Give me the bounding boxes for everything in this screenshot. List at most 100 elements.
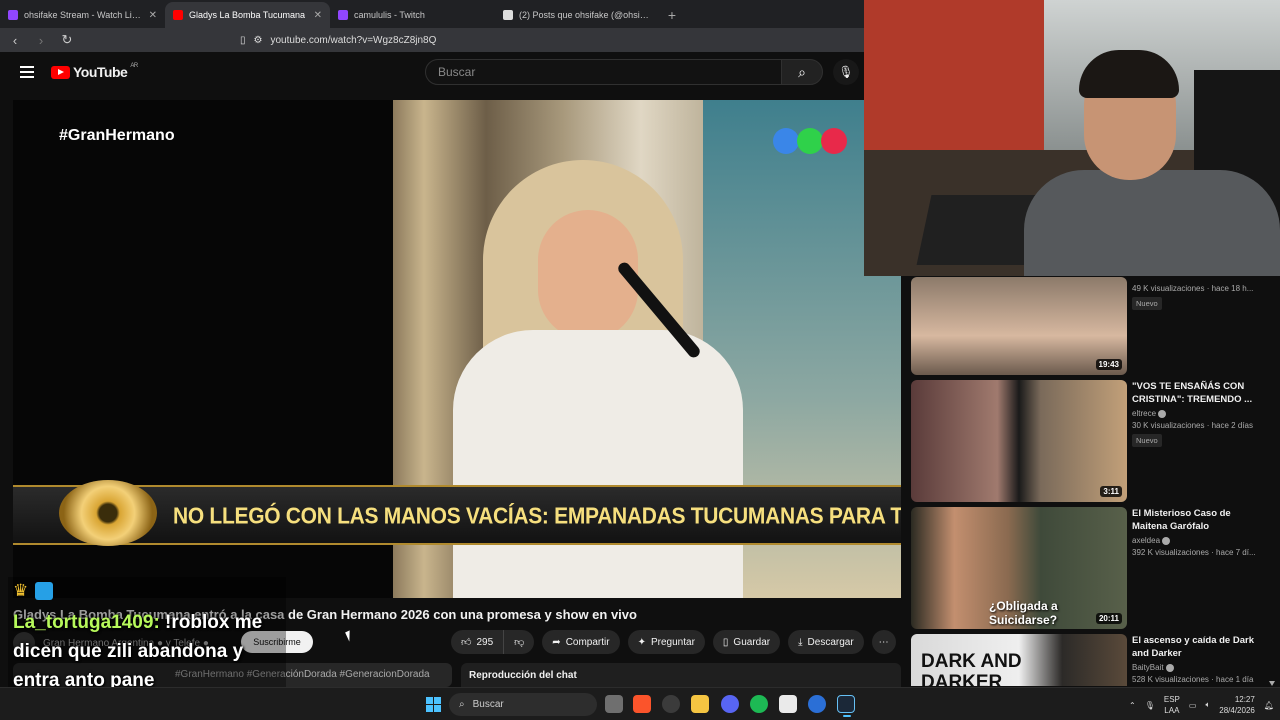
screen: ohsifake Stream - Watch Live on ✕ Gladys…	[0, 0, 1280, 720]
task-view-icon[interactable]	[605, 695, 623, 713]
recommendation-thumbnail[interactable]: ¿Obligada a Suicidarse? 20:11	[911, 507, 1127, 629]
recommendation-channel: BaityBait	[1132, 663, 1268, 672]
share-button[interactable]: ➦ Compartir	[542, 630, 620, 654]
sparkle-icon: ✦	[637, 636, 646, 648]
recommendation-item[interactable]: ¿Obligada a Suicidarse? 20:11 El Misteri…	[911, 507, 1271, 629]
network-icon[interactable]: ▭	[1189, 701, 1197, 710]
chat-badges: ♛	[13, 582, 53, 600]
show-hidden-icons-icon[interactable]: ⌃	[1129, 701, 1136, 710]
ask-button[interactable]: ✦ Preguntar	[627, 630, 705, 654]
url-field[interactable]: ▯ ⚙ youtube.com/watch?v=Wgz8cZ8jn8Q	[86, 31, 856, 49]
search-button[interactable]: ⌕	[781, 59, 823, 85]
logo-dot-green	[797, 128, 823, 154]
close-tab-icon[interactable]: ✕	[314, 10, 322, 21]
streamer-webcam	[864, 0, 1280, 276]
tab-title: Gladys La Bomba Tucumana	[189, 10, 306, 20]
microphone-icon[interactable]: 🎙	[1145, 701, 1155, 710]
taskbar-search[interactable]: ⌕ Buscar	[449, 693, 597, 716]
download-button[interactable]: ⤓ Descargar	[788, 630, 864, 654]
recommendation-thumbnail[interactable]: 19:43	[911, 277, 1127, 375]
microphone-icon: 🎙	[838, 65, 854, 79]
back-arrow-icon[interactable]: ‹	[8, 33, 22, 48]
sidebar-scrollbar[interactable]	[1268, 276, 1276, 686]
recommendation-info: 49 K visualizaciones · hace 18 h... Nuev…	[1132, 277, 1268, 311]
youtube-header: YouTube AR Buscar ⌕ 🎙	[0, 52, 864, 92]
chat-replay-panel[interactable]: Reproducción del chat	[461, 663, 901, 687]
spotify-icon[interactable]	[750, 695, 768, 713]
brave-browser-icon[interactable]	[633, 695, 651, 713]
language-code: ESP	[1163, 695, 1180, 704]
chat-username: La_tortuga1409:	[13, 612, 160, 633]
bookmark-icon[interactable]: ▯	[240, 35, 246, 46]
voice-search-button[interactable]: 🎙	[833, 59, 859, 85]
site-settings-icon[interactable]: ⚙	[254, 35, 263, 46]
chrome-icon[interactable]	[662, 695, 680, 713]
recommendation-title: El Misterioso Caso de Maitena Garófalo	[1132, 508, 1231, 532]
share-icon: ➦	[552, 636, 561, 648]
dislike-button[interactable]: 👎︎	[504, 630, 535, 654]
youtube-play-icon	[51, 65, 70, 79]
browser-tab-twitch-ohsifake[interactable]: ohsifake Stream - Watch Live on ✕	[0, 2, 165, 28]
capcut-icon[interactable]	[779, 695, 797, 713]
browser-tab-twitch-camululis[interactable]: camululis - Twitch	[330, 2, 495, 28]
video-player[interactable]: #GranHermano NO LLEGÓ CON LAS MANOS VACÍ…	[13, 100, 901, 598]
tab-title: (2) Posts que ohsifake (@ohsiFacu) h	[519, 10, 652, 20]
keyboard-language[interactable]: ESP LAA	[1164, 694, 1180, 716]
steam-icon[interactable]	[837, 695, 855, 717]
tab-title: camululis - Twitch	[354, 10, 425, 20]
hamburger-menu-icon[interactable]	[20, 66, 34, 78]
browser-tab-x[interactable]: (2) Posts que ohsifake (@ohsiFacu) h	[495, 2, 660, 28]
recommendation-meta: 392 K visualizaciones · hace 7 dí...	[1132, 548, 1256, 557]
youtube-logo[interactable]: YouTube AR	[51, 63, 138, 80]
reload-icon[interactable]: ↻	[60, 32, 74, 48]
scroll-down-arrow-icon[interactable]	[1269, 681, 1275, 686]
save-button[interactable]: ▯ Guardar	[712, 630, 781, 654]
ask-label: Preguntar	[650, 636, 695, 648]
new-badge: Nuevo	[1132, 434, 1162, 447]
thumbs-up-icon: 👍︎	[461, 637, 472, 648]
recommendation-thumbnail[interactable]: DARK AND DARKER	[911, 634, 1127, 686]
verified-icon	[1165, 663, 1174, 672]
browser-tab-youtube[interactable]: Gladys La Bomba Tucumana ✕	[165, 2, 330, 28]
recommendation-thumbnail[interactable]: 3:11	[911, 380, 1127, 502]
download-icon: ⤓	[798, 636, 803, 648]
recommendation-title: "VOS TE ENSAÑÁS CON CRISTINA": TREMENDO …	[1132, 381, 1253, 405]
stream-chat-message: La_tortuga1409: !roblox me dicen que zil…	[13, 608, 288, 695]
recommendation-item[interactable]: 3:11 "VOS TE ENSAÑÁS CON CRISTINA": TREM…	[911, 380, 1271, 502]
save-label: Guardar	[733, 636, 771, 648]
like-button[interactable]: 👍︎ 295	[451, 630, 505, 654]
recommendation-item[interactable]: 19:43 49 K visualizaciones · hace 18 h..…	[911, 277, 1271, 375]
recommendation-channel: axeldea	[1132, 536, 1268, 545]
search-input[interactable]: Buscar	[425, 59, 782, 85]
youtube-logo-text: YouTube	[73, 64, 128, 80]
new-tab-button[interactable]: +	[660, 2, 684, 28]
recommendation-info: El Misterioso Caso de Maitena Garófalo a…	[1132, 507, 1268, 557]
cube-badge-icon	[35, 582, 53, 600]
more-actions-button[interactable]: ⋯	[871, 630, 896, 654]
download-label: Descargar	[807, 636, 854, 648]
recommendation-item[interactable]: DARK AND DARKER El ascenso y caída de Da…	[911, 634, 1271, 686]
ccleaner-icon[interactable]	[808, 695, 826, 713]
webcam-mousepad	[916, 195, 1042, 265]
clock-date: 28/4/2026	[1219, 706, 1255, 715]
close-tab-icon[interactable]: ✕	[149, 10, 157, 21]
taskbar-search-label: Buscar	[472, 699, 504, 710]
notifications-icon[interactable]: 🔔︎	[1264, 701, 1274, 710]
discord-icon[interactable]	[721, 695, 739, 713]
forward-arrow-icon[interactable]: ›	[34, 33, 48, 48]
windows-start-icon[interactable]	[426, 697, 441, 712]
search-icon: ⌕	[798, 63, 806, 80]
file-explorer-icon[interactable]	[691, 695, 709, 713]
chat-replay-label: Reproducción del chat	[469, 670, 577, 681]
search-icon: ⌕	[459, 699, 465, 710]
volume-icon[interactable]: 🔈︎	[1205, 700, 1210, 710]
system-tray: ⌃ 🎙 ESP LAA ▭ 🔈︎ 12:27 28/4/2026 🔔︎	[1129, 693, 1274, 717]
share-label: Compartir	[565, 636, 610, 648]
region-code: AR	[130, 63, 138, 69]
video-duration: 19:43	[1095, 359, 1122, 370]
video-actions: 👍︎ 295 👎︎ ➦ Compartir ✦ Preguntar ▯ Guar…	[451, 630, 896, 654]
new-badge: Nuevo	[1132, 297, 1162, 310]
taskbar-clock[interactable]: 12:27 28/4/2026	[1219, 694, 1255, 716]
webcam-person-shirt	[1024, 170, 1280, 276]
channel-name: BaityBait	[1132, 663, 1164, 672]
